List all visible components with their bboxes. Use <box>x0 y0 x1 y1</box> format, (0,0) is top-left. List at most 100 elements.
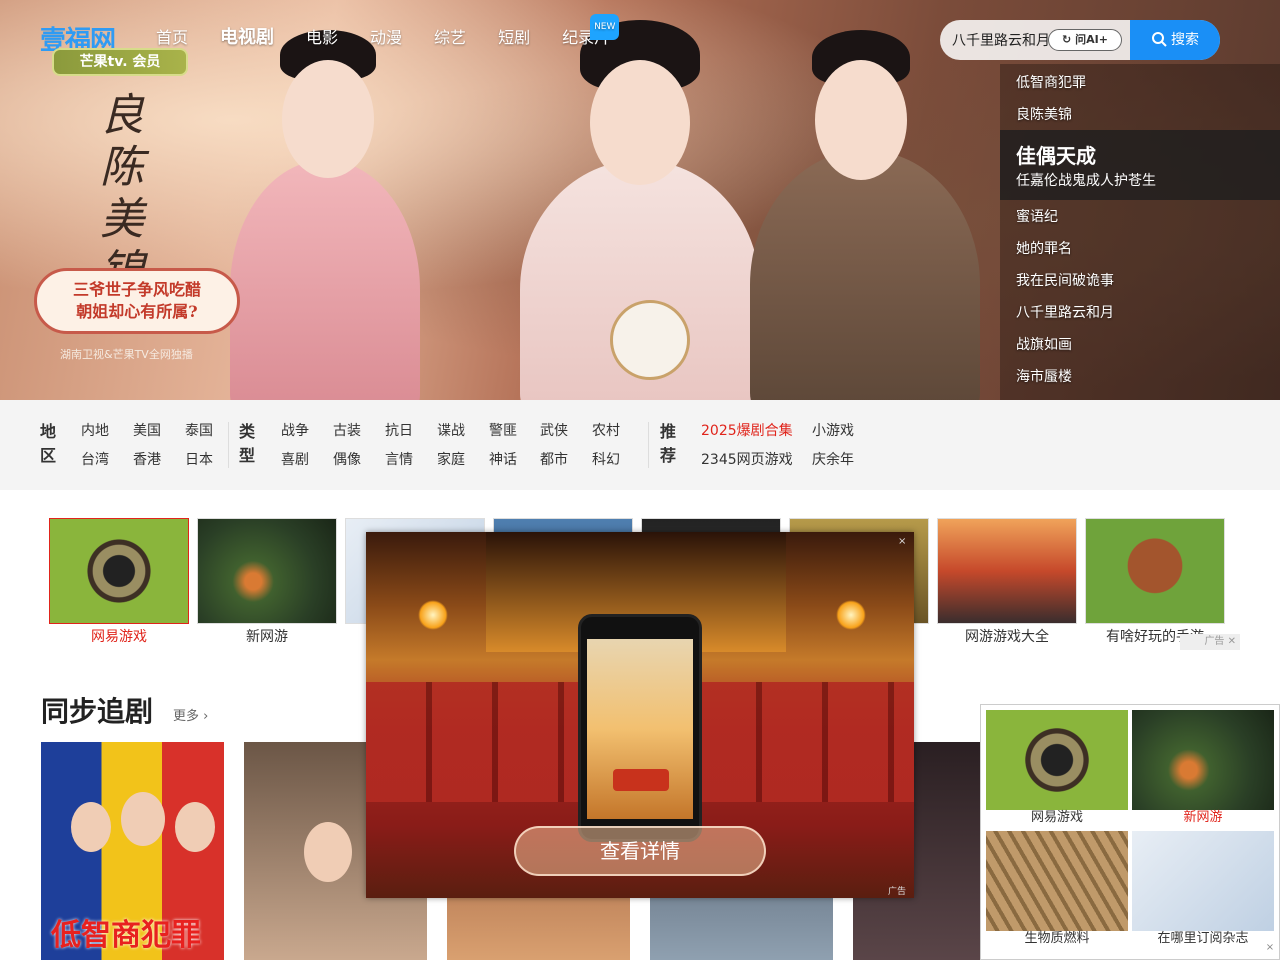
nav-item-home[interactable]: 首页 <box>156 26 188 50</box>
hero-face-right <box>815 60 907 180</box>
poster-face <box>175 802 215 852</box>
float-ad-thumbnail <box>1132 710 1274 810</box>
popup-ad[interactable]: × 查看详情 广告 <box>366 532 914 898</box>
ad-mark[interactable]: 广告 ✕ <box>1180 634 1240 650</box>
mango-vip-badge[interactable]: 芒果tv. 会员 <box>52 48 188 76</box>
nav-item-anime[interactable]: 动漫 <box>370 26 402 50</box>
float-ad-item[interactable]: 在哪里订阅杂志 <box>1132 831 1274 947</box>
poster-title: 低智商犯罪 <box>51 918 201 953</box>
main-nav: 首页 电视剧 电影 动漫 综艺 短剧 纪录片 NEW <box>156 14 642 50</box>
poster-face <box>121 792 165 846</box>
drama-item[interactable]: 良陈美锦 <box>1016 104 1072 124</box>
drama-item[interactable]: 战旗如画 <box>1016 334 1072 354</box>
float-ad-item[interactable]: 网易游戏 <box>986 710 1128 826</box>
category-link-region[interactable]: 内地 <box>81 420 109 440</box>
view-details-button[interactable]: 查看详情 <box>514 826 766 876</box>
category-link-region[interactable]: 台湾 <box>81 449 109 469</box>
nav-item-documentary[interactable]: 纪录片 NEW <box>562 14 620 50</box>
category-link-type[interactable]: 古装 <box>333 420 361 440</box>
game-thumbnail <box>1085 518 1225 624</box>
drama-item[interactable]: 我在民间破诡事 <box>1016 270 1114 290</box>
section-more-label: 更多 <box>173 709 200 724</box>
float-ad-item[interactable]: 新网游 <box>1132 710 1274 826</box>
nav-item-short-drama[interactable]: 短剧 <box>498 26 530 50</box>
float-ad-thumbnail <box>986 831 1128 931</box>
category-divider <box>648 422 649 468</box>
category-link-type[interactable]: 谍战 <box>437 420 465 440</box>
category-link-type[interactable]: 喜剧 <box>281 449 309 469</box>
drama-item[interactable]: 海市蜃楼 <box>1016 366 1072 386</box>
category-link-recommend[interactable]: 2025爆剧合集 <box>701 420 793 440</box>
drama-item[interactable]: 八千里路云和月 <box>1016 302 1114 322</box>
category-link-region[interactable]: 香港 <box>133 449 161 469</box>
section-more-link[interactable]: 更多 › <box>173 705 208 724</box>
search-bar: 八千里路云和月 ↻ 问AI+ 搜索 <box>940 20 1220 60</box>
category-link-type[interactable]: 农村 <box>592 420 620 440</box>
drama-item[interactable]: 低智商犯罪 <box>1016 72 1086 92</box>
poster-face <box>71 802 111 852</box>
game-tile[interactable]: 新网游 <box>197 518 337 645</box>
search-button[interactable]: 搜索 <box>1130 20 1220 60</box>
phone-image <box>578 614 702 842</box>
game-label: 网游游戏大全 <box>965 629 1049 645</box>
poster-face <box>304 822 352 882</box>
category-link-type[interactable]: 科幻 <box>592 449 620 469</box>
ask-ai-button[interactable]: ↻ 问AI+ <box>1048 29 1122 51</box>
nav-item-variety[interactable]: 综艺 <box>434 26 466 50</box>
float-ad-item[interactable]: 生物质燃料 <box>986 831 1128 947</box>
drama-active-subtitle: 任嘉伦战鬼成人护苍生 <box>1016 173 1156 189</box>
search-input[interactable]: 八千里路云和月 <box>952 30 1050 50</box>
category-link-recommend[interactable]: 2345网页游戏 <box>701 449 793 469</box>
category-link-region[interactable]: 美国 <box>133 420 161 440</box>
category-link-type[interactable]: 战争 <box>281 420 309 440</box>
floating-ad-panel: 网易游戏 新网游 生物质燃料 在哪里订阅杂志 <box>980 704 1280 960</box>
float-ad-thumbnail <box>1132 831 1274 931</box>
hero-figure-right <box>750 150 980 400</box>
category-head-type: 类型 <box>239 422 256 465</box>
float-ad-label: 新网游 <box>1183 810 1223 825</box>
category-link-type[interactable]: 武侠 <box>540 420 568 440</box>
game-tile[interactable]: 有啥好玩的手游 <box>1085 518 1225 645</box>
category-link-type[interactable]: 偶像 <box>333 449 361 469</box>
category-link-type[interactable]: 家庭 <box>437 449 465 469</box>
category-link-recommend[interactable]: 小游戏 <box>812 420 854 440</box>
nav-item-tv[interactable]: 电视剧 <box>220 26 274 50</box>
drama-item[interactable]: 蜜语纪 <box>1016 206 1058 226</box>
category-link-type[interactable]: 言情 <box>385 449 413 469</box>
game-tile[interactable]: 网游游戏大全 <box>937 518 1077 645</box>
category-divider <box>228 422 229 468</box>
category-link-type[interactable]: 都市 <box>540 449 568 469</box>
category-head-recommend: 推荐 <box>660 422 677 465</box>
float-ad-label: 生物质燃料 <box>1024 931 1090 946</box>
drama-item[interactable]: 她的罪名 <box>1016 238 1072 258</box>
category-link-recommend[interactable]: 庆余年 <box>812 449 854 469</box>
hero-caption: 湖南卫视&芒果TV全网独播 <box>60 348 193 361</box>
category-link-type[interactable]: 警匪 <box>489 420 517 440</box>
float-ad-label: 在哪里订阅杂志 <box>1157 931 1249 946</box>
game-thumbnail <box>937 518 1077 624</box>
phone-screen <box>587 639 693 819</box>
new-badge: NEW <box>590 14 620 40</box>
game-tile[interactable]: 网易游戏 <box>49 518 189 645</box>
close-icon[interactable]: × <box>1262 940 1278 956</box>
float-ad-label: 网易游戏 <box>1030 810 1083 825</box>
float-ad-thumbnail <box>986 710 1128 810</box>
category-link-region[interactable]: 日本 <box>185 449 213 469</box>
drama-item-active[interactable]: 佳偶天成 任嘉伦战鬼成人护苍生 <box>1000 130 1280 200</box>
game-thumbnail <box>49 518 189 624</box>
poster-card[interactable]: 低智商犯罪 <box>41 742 224 960</box>
section-title: 同步追剧 <box>41 695 154 728</box>
nav-item-movie[interactable]: 电影 <box>306 26 338 50</box>
category-link-region[interactable]: 泰国 <box>185 420 213 440</box>
hero-fan <box>610 300 690 380</box>
refresh-icon: ↻ <box>1062 33 1072 46</box>
hero-tagline-badge: 三爷世子争风吃醋 朝姐却心有所属? <box>34 268 240 334</box>
hero-face-left <box>282 60 374 178</box>
category-link-type[interactable]: 抗日 <box>385 420 413 440</box>
close-icon[interactable]: × <box>898 536 906 547</box>
hero-face-center <box>590 60 690 185</box>
sofa-image <box>613 769 669 791</box>
popup-lamp <box>836 600 866 630</box>
category-link-type[interactable]: 神话 <box>489 449 517 469</box>
game-label: 网易游戏 <box>91 629 147 645</box>
